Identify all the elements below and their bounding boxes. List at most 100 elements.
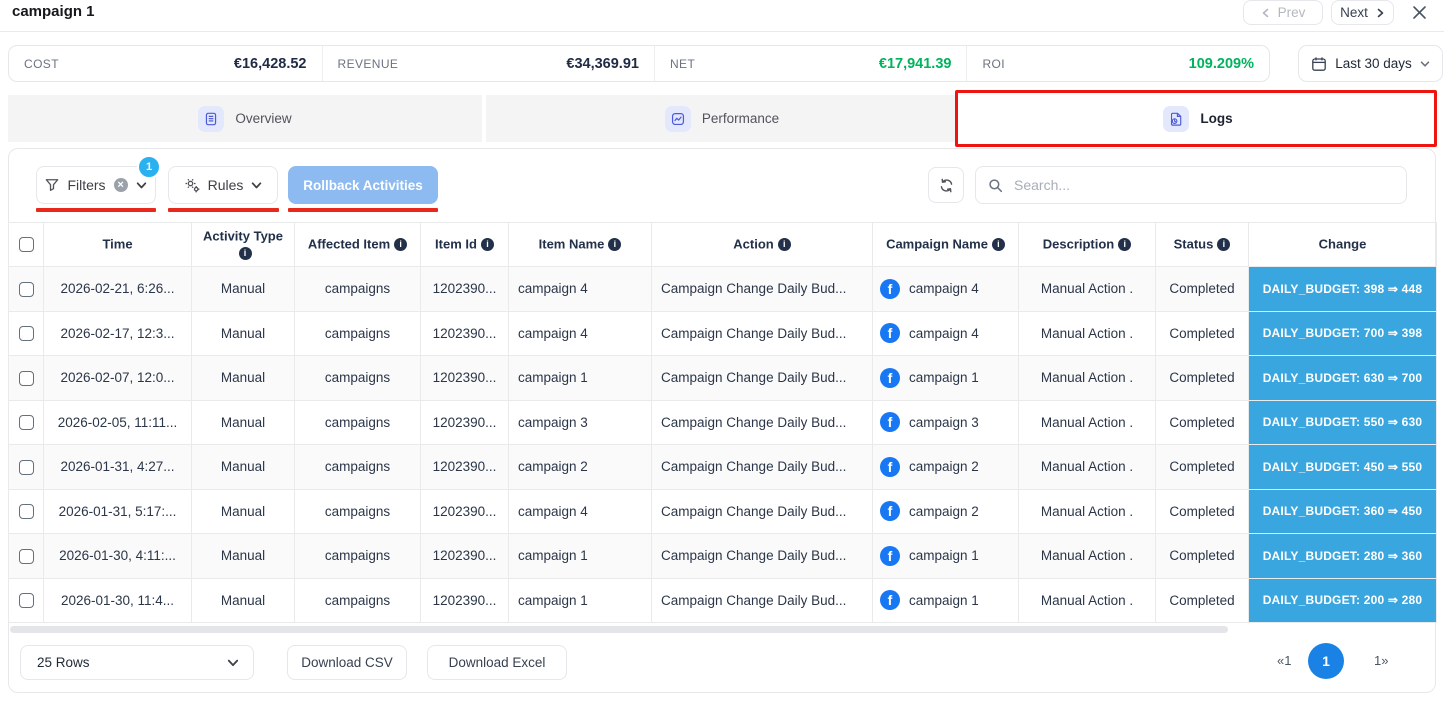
campaign-name-cell: f campaign 3 <box>872 399 1019 445</box>
tab-overview-label: Overview <box>235 111 292 126</box>
filters-label: Filters <box>67 177 106 193</box>
clear-filters-icon[interactable] <box>113 178 128 192</box>
rollback-activities-button[interactable]: Rollback Activities <box>288 166 438 204</box>
campaign-name-label: campaign 1 <box>909 592 979 608</box>
date-range-selector[interactable]: Last 30 days <box>1298 45 1443 82</box>
search-icon <box>988 178 1003 193</box>
row-checkbox[interactable] <box>18 370 34 386</box>
action-cell: Campaign Change Daily Bud... <box>651 533 873 579</box>
status-cell: Completed <box>1155 444 1249 490</box>
download-excel-button[interactable]: Download Excel <box>427 645 567 680</box>
row-checkbox[interactable] <box>18 459 34 475</box>
activity-type-cell: Manual <box>191 444 295 490</box>
campaign-detail-window: campaign 1 Prev Next COST €16,428.52 REV… <box>0 0 1444 702</box>
chevron-down-icon <box>1420 59 1430 69</box>
column-header-item_id: Item Id i <box>420 222 509 267</box>
time-cell: 2026-02-07, 12:0... <box>43 355 192 401</box>
time-cell: 2026-02-21, 6:26... <box>43 266 192 312</box>
tab-logs[interactable]: Logs <box>960 95 1436 142</box>
pagination-last[interactable]: 1» <box>1374 653 1388 668</box>
prev-label: Prev <box>1277 5 1306 20</box>
logs-history-icon <box>1163 105 1190 132</box>
row-checkbox[interactable] <box>18 548 34 564</box>
column-header-activity_type: Activity Typei <box>191 222 295 267</box>
select-all-header-cell <box>8 222 44 267</box>
row-checkbox[interactable] <box>18 504 34 520</box>
activity-type-cell: Manual <box>191 399 295 445</box>
item-id-cell: 1202390... <box>420 310 509 356</box>
row-checkbox[interactable] <box>18 593 34 609</box>
item-name-cell: campaign 4 <box>508 310 652 356</box>
pagination-current-page[interactable]: 1 <box>1308 643 1344 679</box>
stat-cost: COST €16,428.52 <box>9 46 323 81</box>
info-icon[interactable]: i <box>991 238 1005 252</box>
table-row: 2026-02-05, 11:11... Manual campaigns 12023… <box>8 399 1437 445</box>
item-name-cell: campaign 2 <box>508 444 652 490</box>
action-cell: Campaign Change Daily Bud... <box>651 488 873 534</box>
close-icon[interactable] <box>1410 3 1429 22</box>
active-filters-count-badge: 1 <box>137 155 161 179</box>
tab-overview[interactable]: Overview <box>8 95 482 142</box>
description-cell: Manual Action . <box>1018 577 1156 623</box>
column-header-description: Description i <box>1018 222 1156 267</box>
campaign-name-label: campaign 1 <box>909 370 979 386</box>
tab-performance[interactable]: Performance <box>486 95 958 142</box>
stat-roi-value: 109.209% <box>1188 55 1254 72</box>
row-checkbox[interactable] <box>18 281 34 297</box>
column-header-item_name: Item Name i <box>508 222 652 267</box>
row-select-cell <box>8 399 44 445</box>
logs-table: Time Activity Typei Affected Item i Item Id i… <box>8 222 1437 623</box>
facebook-icon: f <box>880 278 900 299</box>
info-icon[interactable]: i <box>777 238 791 252</box>
info-icon[interactable]: i <box>608 238 622 252</box>
tab-logs-label: Logs <box>1200 111 1233 126</box>
affected-item-cell: campaigns <box>294 355 421 401</box>
affected-item-cell: campaigns <box>294 399 421 445</box>
description-cell: Manual Action . <box>1018 533 1156 579</box>
description-cell: Manual Action . <box>1018 355 1156 401</box>
row-select-cell <box>8 533 44 579</box>
item-name-cell: campaign 1 <box>508 577 652 623</box>
row-checkbox[interactable] <box>18 326 34 342</box>
status-cell: Completed <box>1155 533 1249 579</box>
refresh-button[interactable] <box>928 167 964 203</box>
search-input[interactable] <box>1012 176 1394 194</box>
column-header-action: Action i <box>651 222 873 267</box>
performance-chart-icon <box>664 105 691 132</box>
affected-item-cell: campaigns <box>294 310 421 356</box>
info-icon[interactable]: i <box>394 238 408 252</box>
change-badge: DAILY_BUDGET: 398 ⇒ 448 <box>1248 266 1437 312</box>
rows-per-page-select[interactable]: 25 Rows <box>20 645 254 680</box>
column-header-status: Status i <box>1155 222 1249 267</box>
time-cell: 2026-01-30, 11:4... <box>43 577 192 623</box>
pagination-first[interactable]: «1 <box>1277 653 1291 668</box>
horizontal-scrollbar[interactable] <box>10 626 1228 633</box>
row-select-cell <box>8 577 44 623</box>
info-icon[interactable]: i <box>480 238 494 252</box>
info-icon[interactable]: i <box>238 246 252 260</box>
info-icon[interactable]: i <box>1217 238 1231 252</box>
change-badge: DAILY_BUDGET: 200 ⇒ 280 <box>1248 577 1437 623</box>
row-checkbox[interactable] <box>18 415 34 431</box>
action-cell: Campaign Change Daily Bud... <box>651 399 873 445</box>
campaign-name-cell: f campaign 4 <box>872 310 1019 356</box>
status-cell: Completed <box>1155 577 1249 623</box>
stat-cost-value: €16,428.52 <box>233 55 307 72</box>
rules-button[interactable]: Rules <box>168 166 278 204</box>
next-button[interactable]: Next <box>1331 0 1394 25</box>
column-header-campaign_name: Campaign Name i <box>872 222 1019 267</box>
status-cell: Completed <box>1155 266 1249 312</box>
column-header-time: Time <box>43 222 192 267</box>
campaign-name-cell: f campaign 1 <box>872 355 1019 401</box>
info-icon[interactable]: i <box>1118 238 1132 252</box>
item-id-cell: 1202390... <box>420 444 509 490</box>
select-all-checkbox[interactable] <box>18 237 34 253</box>
item-id-cell: 1202390... <box>420 577 509 623</box>
prev-button[interactable]: Prev <box>1243 0 1323 25</box>
facebook-icon: f <box>880 501 900 522</box>
campaign-name-label: campaign 2 <box>909 503 979 519</box>
overview-document-icon <box>198 105 225 132</box>
action-cell: Campaign Change Daily Bud... <box>651 444 873 490</box>
download-csv-button[interactable]: Download CSV <box>287 645 407 680</box>
calendar-icon <box>1311 56 1327 72</box>
